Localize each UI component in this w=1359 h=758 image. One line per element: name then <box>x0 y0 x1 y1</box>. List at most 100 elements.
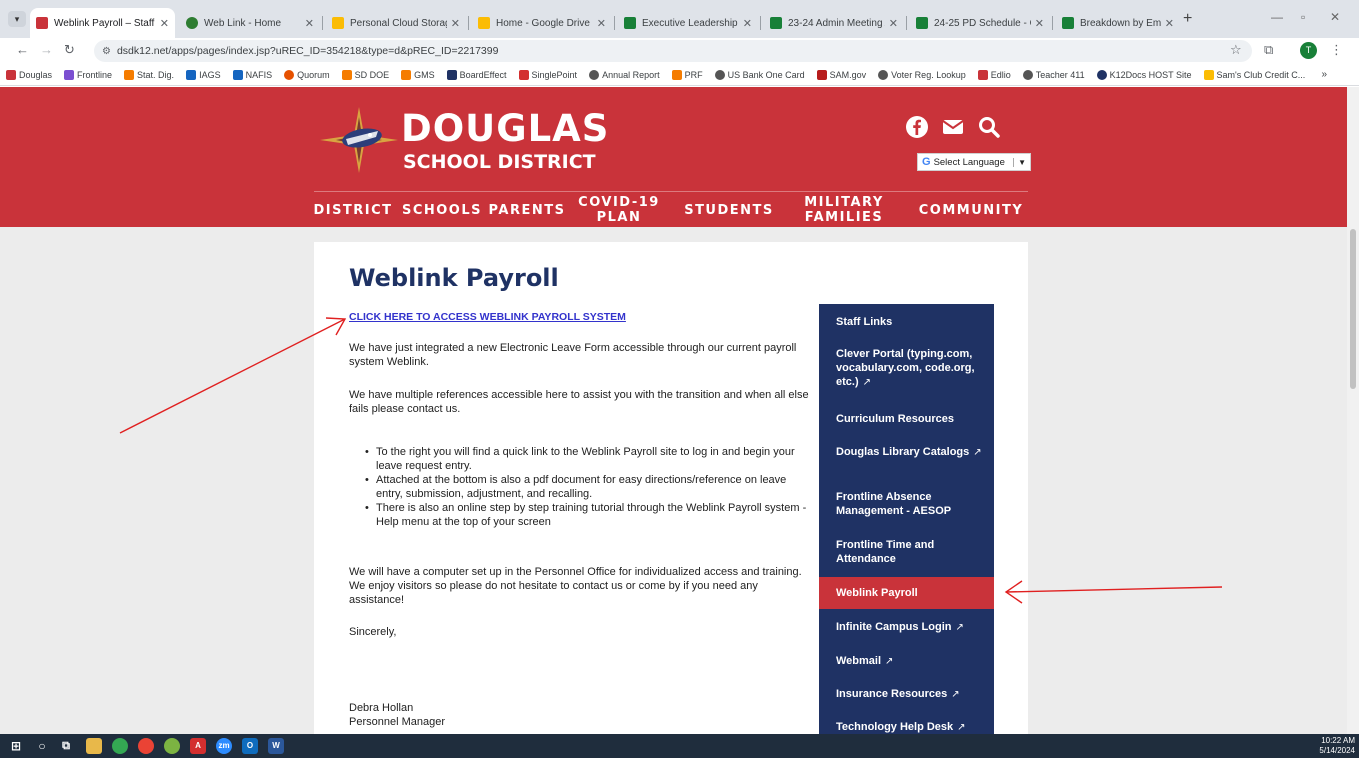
bookmark-item[interactable]: Frontline <box>64 69 112 80</box>
bookmark-item[interactable]: Annual Report <box>589 69 660 80</box>
sidebar-item-infinite-campus[interactable]: Infinite Campus Login ↗ <box>819 620 994 635</box>
bookmark-item[interactable]: Douglas <box>6 69 52 80</box>
bookmark-item[interactable]: GMS <box>401 69 435 80</box>
site-info-icon[interactable]: ⚙ <box>102 46 111 57</box>
bookmark-item[interactable]: IAGS <box>186 69 221 80</box>
file-explorer-icon[interactable] <box>86 738 102 754</box>
task-view-icon[interactable]: ⧉ <box>58 738 74 754</box>
bookmark-item[interactable]: K12Docs HOST Site <box>1096 69 1192 80</box>
weblink-access-link[interactable]: CLICK HERE TO ACCESS WEBLINK PAYROLL SYS… <box>349 311 626 323</box>
closing-text: Sincerely, <box>349 626 397 638</box>
district-subtitle[interactable]: SCHOOL DISTRICT <box>403 151 596 173</box>
sidebar-item-clever-portal[interactable]: Clever Portal (typing.com, vocabulary.co… <box>819 347 994 390</box>
bookmark-item[interactable]: Quorum <box>284 69 330 80</box>
bookmark-item[interactable]: US Bank One Card <box>714 69 805 80</box>
sidebar-item-tech-help-desk[interactable]: Technology Help Desk ↗ <box>819 720 994 734</box>
bookmark-favicon-icon <box>284 69 295 80</box>
close-icon[interactable]: ✕ <box>1035 17 1044 30</box>
bookmark-item[interactable]: SinglePoint <box>518 69 577 80</box>
google-sheets-icon <box>916 17 928 29</box>
nav-students[interactable]: STUDENTS <box>684 193 774 227</box>
close-icon[interactable]: ✕ <box>160 17 169 30</box>
outlook-icon[interactable]: O <box>242 738 258 754</box>
back-icon[interactable]: ← <box>16 42 29 57</box>
bookmark-favicon-icon <box>186 69 197 80</box>
page-scrollbar[interactable] <box>1347 87 1359 734</box>
district-name[interactable]: DOUGLAS <box>401 109 609 149</box>
tab-weblink-payroll[interactable]: Weblink Payroll – Staff Re ✕ <box>30 8 175 38</box>
bookmark-item[interactable]: Voter Reg. Lookup <box>878 69 966 80</box>
minimize-icon[interactable]: — <box>1271 10 1283 24</box>
tab-admin-meeting[interactable]: 23-24 Admin Meeting Ag ✕ <box>764 8 904 38</box>
nav-schools[interactable]: SCHOOLS <box>398 193 486 227</box>
nav-covid-plan[interactable]: COVID-19 PLAN <box>576 193 662 227</box>
nav-military-families[interactable]: MILITARY FAMILIES <box>798 193 890 227</box>
sidebar-item-frontline-absence[interactable]: Frontline Absence Management - AESOP <box>819 490 994 518</box>
bookmark-item[interactable]: Teacher 411 <box>1022 69 1085 80</box>
system-clock[interactable]: 10:22 AM 5/14/2024 <box>1319 736 1355 756</box>
word-icon[interactable]: W <box>268 738 284 754</box>
tab-search-button[interactable]: ▾ <box>8 11 26 27</box>
close-icon[interactable]: ✕ <box>743 17 752 30</box>
search-icon[interactable] <box>977 115 1001 139</box>
close-window-icon[interactable]: ✕ <box>1330 10 1340 24</box>
district-logo-icon[interactable] <box>318 105 400 175</box>
extensions-icon[interactable]: ⧉ <box>1264 42 1273 58</box>
browser-menu-icon[interactable]: ⋮ <box>1330 42 1343 58</box>
bookmarks-overflow-button[interactable]: » <box>1321 69 1327 80</box>
nav-community[interactable]: COMMUNITY <box>914 193 1028 227</box>
chrome-canary-icon[interactable] <box>164 738 180 754</box>
search-icon[interactable]: ○ <box>34 738 50 754</box>
nav-district[interactable]: DISTRICT <box>313 193 392 227</box>
close-icon[interactable]: ✕ <box>597 17 606 30</box>
tab-google-drive[interactable]: Home - Google Drive ✕ <box>472 8 612 38</box>
mail-icon[interactable] <box>941 115 965 139</box>
bookmark-favicon-icon <box>6 69 16 80</box>
forward-icon[interactable]: → <box>40 42 53 57</box>
bookmark-item[interactable]: Edlio <box>977 69 1011 80</box>
start-icon[interactable]: ⊞ <box>8 738 24 754</box>
new-tab-button[interactable]: + <box>1183 10 1192 28</box>
tab-pd-schedule[interactable]: 24-25 PD Schedule - Goo ✕ <box>910 8 1050 38</box>
bookmark-item[interactable]: PRF <box>671 69 703 80</box>
bookmark-star-icon[interactable]: ☆ <box>1230 42 1242 58</box>
bookmark-item[interactable]: Stat. Dig. <box>124 69 174 80</box>
sidebar-item-curriculum-resources[interactable]: Curriculum Resources <box>819 412 994 426</box>
tab-personal-cloud[interactable]: Personal Cloud Storage & ✕ <box>326 8 466 38</box>
bookmark-item[interactable]: SAM.gov <box>816 69 866 80</box>
scrollbar-thumb[interactable] <box>1350 229 1356 389</box>
reload-icon[interactable]: ↻ <box>64 42 75 58</box>
tab-breakdown-by-employee[interactable]: Breakdown by Employee ✕ <box>1056 8 1180 38</box>
annotation-arrow-right <box>1004 580 1223 604</box>
close-icon[interactable]: ✕ <box>305 17 314 30</box>
sidebar-item-frontline-time[interactable]: Frontline Time and Attendance <box>819 538 994 566</box>
sidebar-item-webmail[interactable]: Webmail ↗ <box>819 654 994 669</box>
profile-avatar[interactable]: T <box>1300 42 1317 59</box>
sidebar-item-weblink-payroll[interactable]: Weblink Payroll <box>819 577 994 609</box>
tab-executive-leadership[interactable]: Executive Leadership Age ✕ <box>618 8 758 38</box>
bookmark-item[interactable]: BoardEffect <box>446 69 507 80</box>
facebook-icon[interactable] <box>905 115 929 139</box>
bookmark-item[interactable]: SD DOE <box>341 69 389 80</box>
bookmark-item[interactable]: NAFIS <box>232 69 272 80</box>
url-input[interactable]: ⚙ dsdk12.net/apps/pages/index.jsp?uREC_ID… <box>94 40 1252 62</box>
tab-web-link-home[interactable]: Web Link - Home ✕ <box>180 8 320 38</box>
chrome-profile-icon[interactable] <box>138 738 154 754</box>
google-drive-icon <box>332 17 344 29</box>
restore-icon[interactable]: ▫ <box>1301 10 1305 24</box>
nav-parents[interactable]: PARENTS <box>488 193 566 227</box>
zoom-icon[interactable]: zm <box>216 738 232 754</box>
bookmark-item[interactable]: Sam's Club Credit C... <box>1203 69 1305 80</box>
chrome-icon[interactable] <box>112 738 128 754</box>
close-icon[interactable]: ✕ <box>451 17 460 30</box>
acrobat-icon[interactable]: A <box>190 738 206 754</box>
google-sheets-icon <box>770 17 782 29</box>
sidebar-item-library-catalogs[interactable]: Douglas Library Catalogs ↗ <box>819 445 994 460</box>
instruction-list: To the right you will find a quick link … <box>349 445 811 529</box>
bookmark-favicon-icon <box>232 69 243 80</box>
sidebar-item-insurance-resources[interactable]: Insurance Resources ↗ <box>819 687 994 702</box>
close-icon[interactable]: ✕ <box>889 17 898 30</box>
close-icon[interactable]: ✕ <box>1165 17 1174 30</box>
language-select[interactable]: G Select Language ▼ <box>917 153 1031 171</box>
content-card: Weblink Payroll CLICK HERE TO ACCESS WEB… <box>314 242 1028 734</box>
